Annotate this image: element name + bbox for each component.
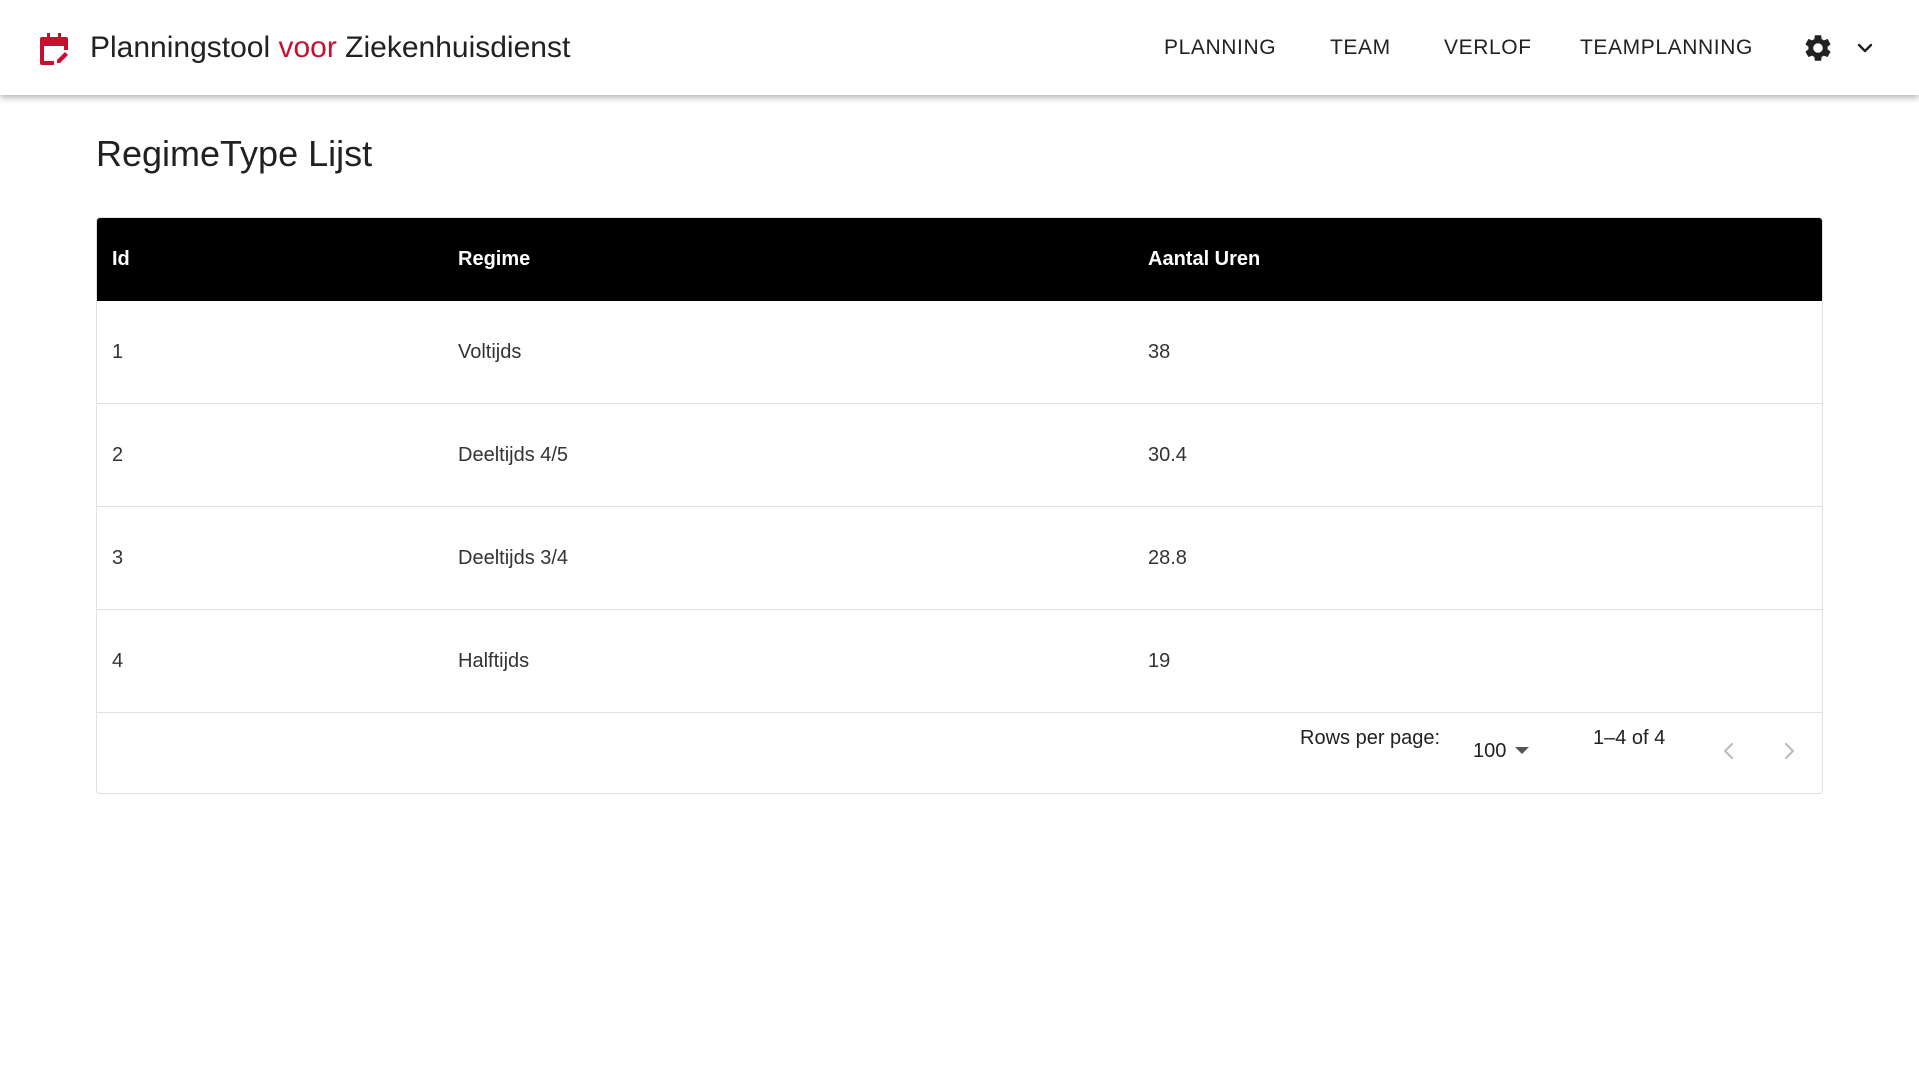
chevron-right-icon [1784,742,1795,760]
next-page-button[interactable] [1771,733,1807,769]
column-header-id[interactable]: Id [112,218,130,301]
cell-regime: Voltijds [458,340,522,363]
cell-id: 2 [112,443,124,466]
nav-team[interactable]: TEAM [1330,28,1391,68]
table-row[interactable]: 2 Deeltijds 4/5 30.4 [97,404,1822,507]
column-header-aantal-uren[interactable]: Aantal Uren [1148,218,1260,301]
cell-regime: Halftijds [458,649,530,672]
rows-per-page-select[interactable]: 100 [1473,735,1530,767]
table-pagination: Rows per page: 100 1–4 of 4 [97,713,1822,793]
table-row[interactable]: 1 Voltijds 38 [97,301,1822,404]
cell-regime: Deeltijds 4/5 [458,443,569,466]
app-bar: Planningstool voor Ziekenhuisdienst PLAN… [0,0,1919,95]
caret-down-icon [1515,747,1530,754]
rows-per-page-value: 100 [1473,739,1507,762]
cell-regime: Deeltijds 3/4 [458,546,569,569]
chevron-left-icon [1723,742,1734,760]
cell-aantal-uren: 30.4 [1148,443,1187,466]
app-title-suffix: Ziekenhuisdienst [336,31,571,64]
gear-icon[interactable] [1802,32,1834,64]
table-row[interactable]: 4 Halftijds 19 [97,610,1822,713]
cell-id: 3 [112,546,124,569]
cell-id: 4 [112,649,124,672]
app-title-prefix: Planningstool [90,31,279,64]
app-title: Planningstool voor Ziekenhuisdienst [90,28,570,68]
chevron-down-icon[interactable] [1853,36,1877,60]
app-title-accent: voor [278,31,337,64]
cell-aantal-uren: 28.8 [1148,546,1187,569]
cell-aantal-uren: 19 [1148,649,1171,672]
cell-id: 1 [112,340,124,363]
previous-page-button[interactable] [1711,733,1747,769]
regimetype-table: Id Regime Aantal Uren 1 Voltijds 38 2 De… [96,217,1823,794]
column-header-regime[interactable]: Regime [458,218,530,301]
nav-verlof[interactable]: VERLOF [1444,28,1532,68]
pagination-range: 1–4 of 4 [1593,727,1666,749]
calendar-edit-icon [40,33,68,65]
cell-aantal-uren: 38 [1148,340,1171,363]
nav-teamplanning[interactable]: TEAMPLANNING [1580,28,1753,68]
nav-planning[interactable]: PLANNING [1164,28,1276,68]
table-header: Id Regime Aantal Uren [97,218,1822,301]
page-title: RegimeType Lijst [96,133,373,174]
table-row[interactable]: 3 Deeltijds 3/4 28.8 [97,507,1822,610]
rows-per-page-label: Rows per page: [1300,727,1441,749]
